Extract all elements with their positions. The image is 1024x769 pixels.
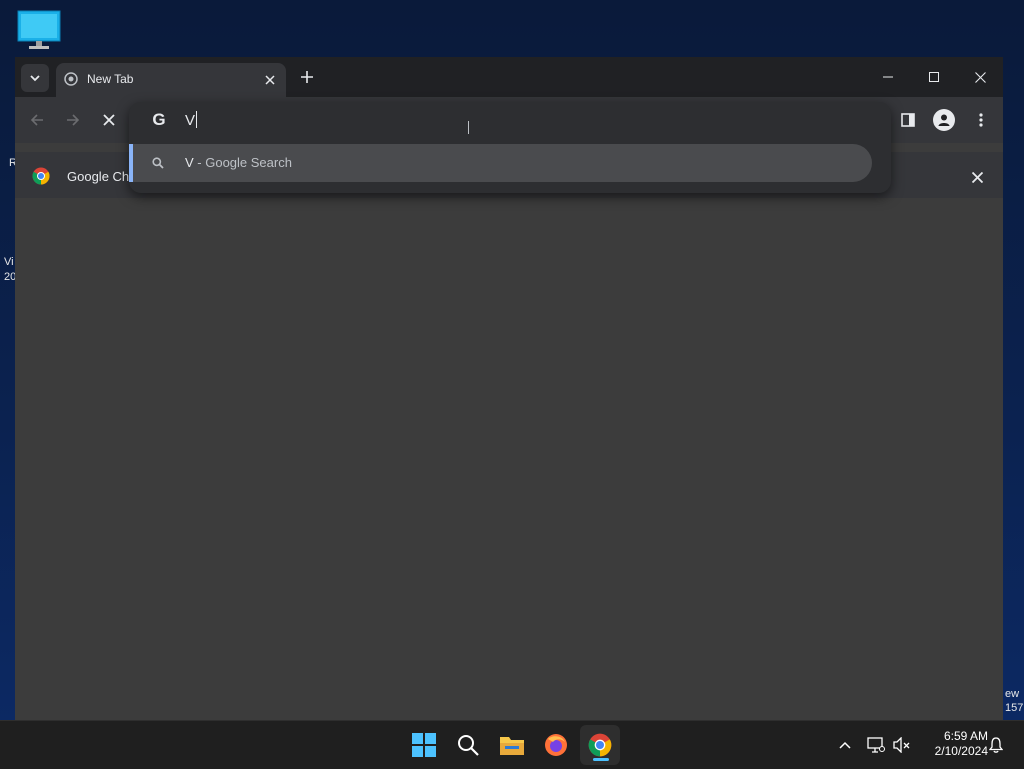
profile-avatar-icon	[938, 114, 950, 126]
infobar-message: Google Ch	[67, 169, 130, 184]
title-bar[interactable]: New Tab	[15, 57, 1003, 97]
close-infobar-button[interactable]	[967, 167, 987, 187]
firefox-icon	[545, 734, 567, 756]
back-button[interactable]	[27, 110, 47, 130]
suggestion-highlight-bar	[129, 144, 133, 182]
file-explorer-button[interactable]	[492, 725, 532, 765]
start-button[interactable]	[404, 725, 444, 765]
maximize-button[interactable]	[911, 63, 957, 91]
omnibox-dropdown[interactable]: G V V - Google Search	[129, 102, 891, 193]
volume-muted-icon[interactable]	[892, 735, 912, 755]
tab-new-tab[interactable]: New Tab	[56, 63, 286, 97]
show-hidden-icons-button[interactable]	[835, 735, 855, 755]
firefox-button[interactable]	[536, 725, 576, 765]
plus-icon	[301, 71, 313, 83]
minimize-button[interactable]	[865, 63, 911, 91]
chrome-logo-icon	[32, 167, 50, 185]
system-clock[interactable]: 6:59 AM 2/10/2024	[918, 729, 988, 759]
windows-logo-icon	[412, 733, 436, 757]
close-tab-icon[interactable]	[261, 71, 279, 89]
back-arrow-icon	[30, 114, 43, 126]
chrome-window: New Tab Google Ch G V V - Google Search	[15, 57, 1003, 720]
notifications-bell-icon[interactable]	[986, 735, 1006, 755]
tab-title: New Tab	[87, 72, 134, 86]
folder-icon	[500, 737, 524, 755]
desktop-label-fragment: 157	[1005, 702, 1024, 714]
omnibox-suggestion[interactable]: V - Google Search	[129, 144, 872, 182]
desktop-label-fragment: Vi	[4, 256, 14, 268]
forward-button[interactable]	[63, 110, 83, 130]
close-window-button[interactable]	[957, 63, 1003, 91]
chevron-down-icon	[30, 75, 40, 82]
close-icon	[974, 71, 986, 83]
chrome-icon	[588, 733, 612, 757]
google-g-icon: G	[152, 110, 166, 129]
forward-arrow-icon	[67, 114, 80, 126]
active-app-indicator	[593, 758, 609, 761]
menu-button[interactable]	[971, 110, 991, 130]
clock-date: 2/10/2024	[934, 744, 988, 758]
chrome-favicon-icon	[64, 72, 78, 86]
desktop-label-fragment: ew	[1005, 688, 1020, 700]
side-panel-button[interactable]	[898, 110, 918, 130]
page-content[interactable]	[15, 198, 1003, 720]
taskbar: 6:59 AM 2/10/2024	[0, 720, 1024, 769]
new-tab-button[interactable]	[297, 67, 317, 87]
side-panel-icon	[901, 113, 915, 127]
ibeam-cursor-icon	[468, 121, 470, 134]
close-icon	[103, 114, 115, 126]
suggestion-text: V - Google Search	[185, 155, 292, 170]
this-pc-icon[interactable]	[17, 10, 61, 50]
chevron-up-icon	[839, 741, 851, 749]
more-vertical-icon	[979, 113, 983, 127]
profile-button[interactable]	[933, 109, 955, 131]
minimize-icon	[883, 76, 893, 78]
stop-loading-button[interactable]	[99, 110, 119, 130]
close-icon	[971, 171, 983, 183]
search-icon	[458, 735, 479, 756]
search-icon	[151, 156, 165, 170]
network-icon[interactable]	[866, 735, 886, 755]
maximize-icon	[929, 72, 939, 82]
taskbar-search-button[interactable]	[448, 725, 488, 765]
clock-time: 6:59 AM	[943, 729, 988, 743]
address-input[interactable]: V	[185, 111, 198, 129]
tab-search-button[interactable]	[21, 64, 49, 92]
